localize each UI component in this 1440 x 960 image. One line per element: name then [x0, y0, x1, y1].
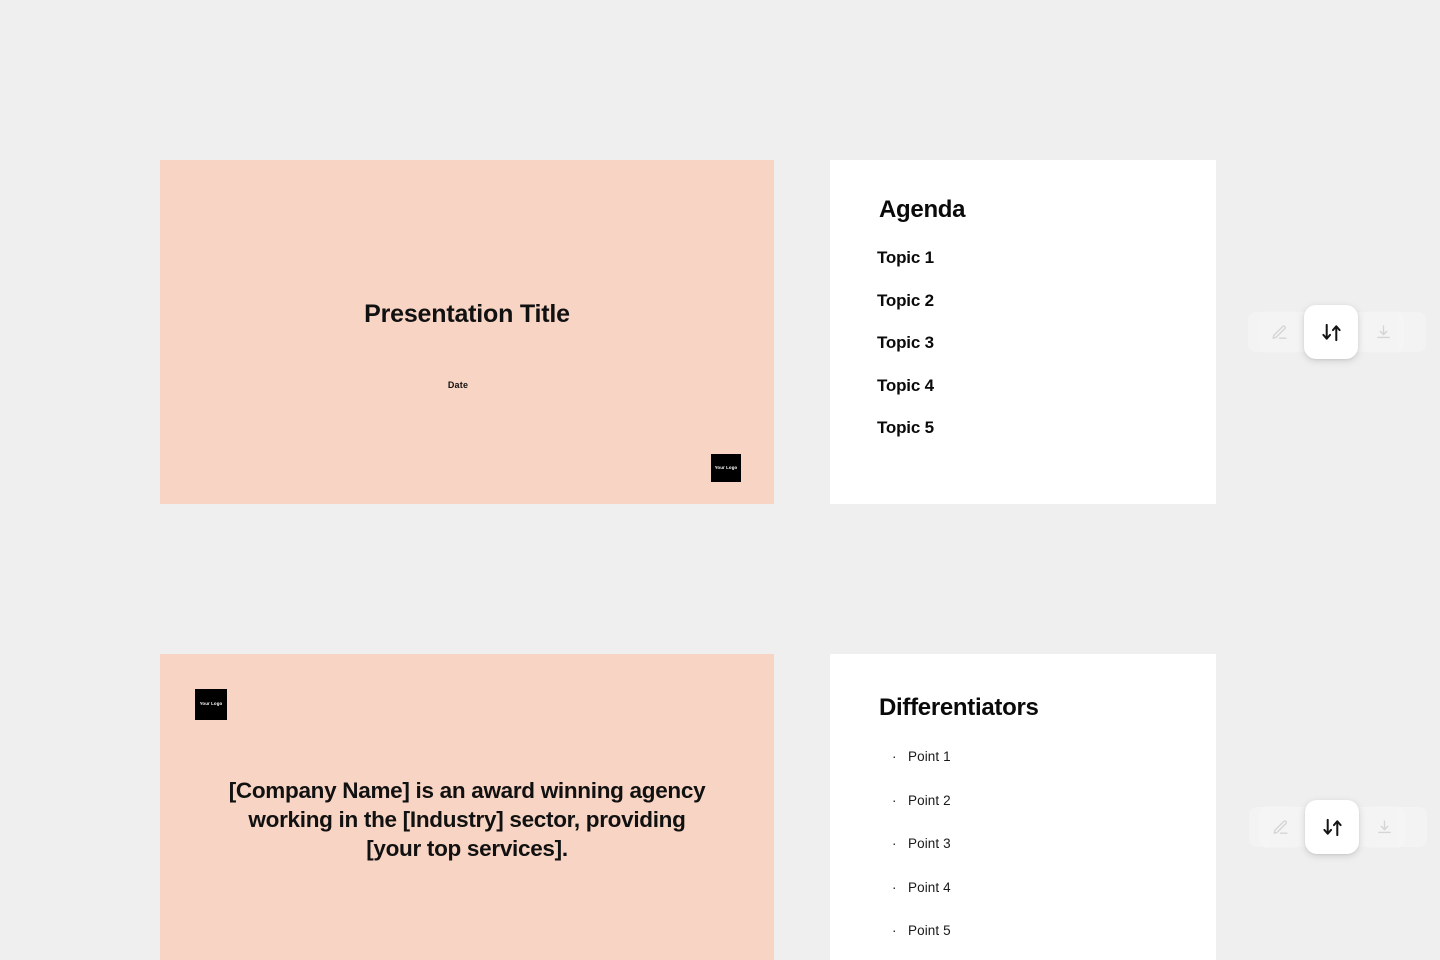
- list-item-label: Point 3: [908, 836, 951, 851]
- list-item-label: Point 2: [908, 792, 951, 808]
- bullet-icon: ·: [892, 923, 897, 938]
- list-item-label: Point 1: [908, 749, 951, 764]
- agenda-heading: Agenda: [879, 196, 966, 223]
- edit-icon: [1271, 324, 1288, 341]
- agenda-item: Topic 3: [877, 333, 934, 352]
- slide-deck: Presentation Title Date Your Logo Agenda…: [0, 0, 1440, 960]
- company-statement-text: [Company Name] is an award winning agenc…: [228, 778, 706, 861]
- slide-title[interactable]: Presentation Title Date Your Logo: [160, 160, 774, 504]
- slide-hover-toolbar[interactable]: [1258, 305, 1404, 359]
- agenda-list: Topic 1 Topic 2 Topic 3 Topic 4 Topic 5: [877, 248, 934, 461]
- list-item: · Point 5: [892, 923, 951, 938]
- slide-company-statement[interactable]: Your Logo [Company Name] is an award win…: [160, 654, 774, 960]
- logo-badge: Your Logo: [711, 454, 741, 482]
- list-item: · Point 3: [892, 836, 951, 851]
- agenda-item: Topic 4: [877, 375, 934, 395]
- agenda-item: Topic 5: [877, 418, 934, 437]
- bullet-icon: ·: [892, 836, 897, 851]
- bullet-icon: ·: [892, 749, 897, 764]
- presentation-date: Date: [447, 380, 469, 390]
- swap-vertical-icon: [1320, 321, 1343, 344]
- bullet-icon: ·: [892, 792, 897, 808]
- download-icon-button[interactable]: [1362, 311, 1404, 353]
- slide-differentiators[interactable]: Differentiators · Point 1 · Point 2 · Po…: [830, 654, 1216, 960]
- edit-icon-button[interactable]: [1259, 806, 1301, 848]
- bullet-icon: ·: [892, 879, 897, 895]
- agenda-item: Topic 2: [877, 290, 934, 310]
- swap-vertical-icon-button[interactable]: [1305, 800, 1359, 854]
- download-icon: [1375, 324, 1392, 341]
- agenda-item: Topic 1: [877, 248, 934, 267]
- swap-vertical-icon-button[interactable]: [1304, 305, 1358, 359]
- edit-icon: [1272, 819, 1289, 836]
- edit-icon-button[interactable]: [1258, 311, 1300, 353]
- list-item-label: Point 5: [908, 923, 951, 938]
- logo-badge-label: Your Logo: [199, 701, 223, 707]
- list-item: · Point 1: [892, 749, 951, 764]
- logo-badge: Your Logo: [195, 689, 227, 720]
- slide-agenda[interactable]: Agenda Topic 1 Topic 2 Topic 3 Topic 4 T…: [830, 160, 1216, 504]
- list-item-label: Point 4: [908, 879, 951, 895]
- slide-hover-toolbar[interactable]: [1259, 800, 1405, 854]
- download-icon-button[interactable]: [1363, 806, 1405, 848]
- presentation-title: Presentation Title: [364, 300, 570, 328]
- swap-vertical-icon: [1321, 816, 1344, 839]
- list-item: · Point 4: [892, 880, 951, 895]
- download-icon: [1376, 819, 1393, 836]
- logo-badge-label: Your Logo: [714, 464, 738, 470]
- differentiators-list: · Point 1 · Point 2 · Point 3 · Point 4 …: [892, 749, 951, 960]
- list-item: · Point 2: [892, 793, 951, 808]
- differentiators-heading: Differentiators: [879, 694, 1039, 721]
